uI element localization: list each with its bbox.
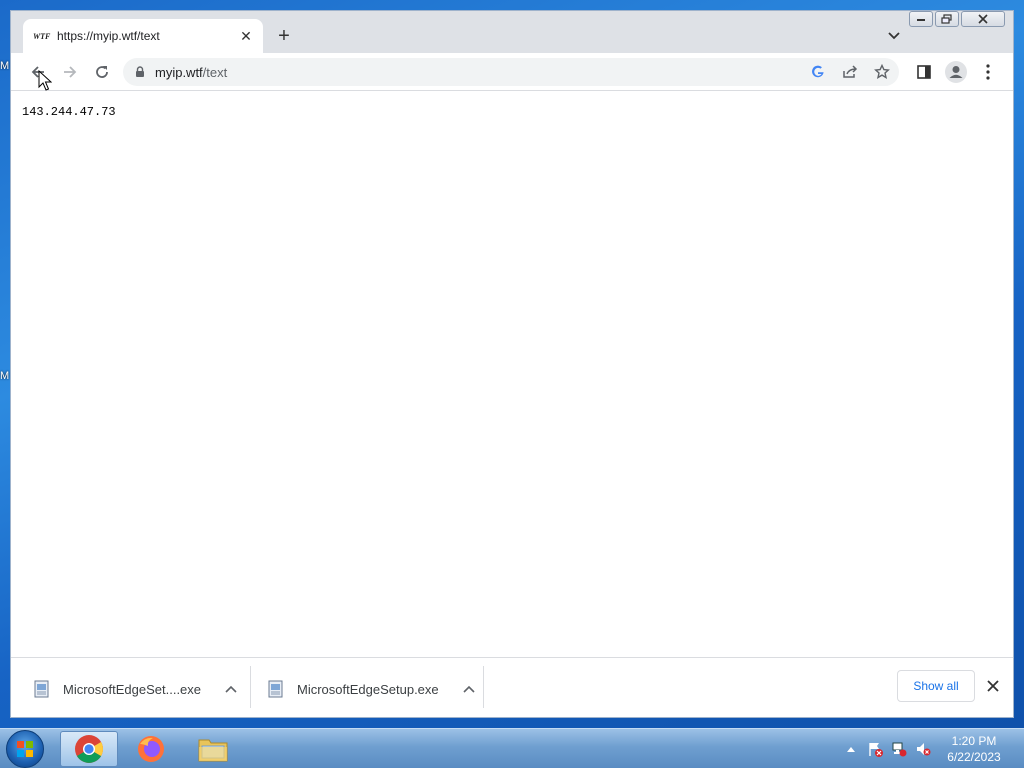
clock-time: 1:20 PM <box>951 734 997 748</box>
minimize-button[interactable] <box>909 11 933 27</box>
window-controls <box>909 11 1005 27</box>
tab-search-chevron-icon[interactable] <box>885 27 903 45</box>
profile-avatar-icon[interactable] <box>943 59 969 85</box>
installer-file-icon <box>268 680 283 698</box>
chevron-up-icon[interactable] <box>223 681 239 697</box>
desktop-icon-label: M <box>0 60 10 72</box>
show-all-downloads-button[interactable]: Show all <box>897 670 975 702</box>
browser-toolbar: myip.wtf/text <box>11 53 1013 91</box>
system-tray <box>842 729 932 768</box>
mouse-cursor-icon <box>38 70 52 91</box>
download-file-name: MicrosoftEdgeSetup.exe <box>297 681 439 697</box>
download-item[interactable]: MicrosoftEdgeSet....exe <box>33 666 239 712</box>
tab-strip: WTF https://myip.wtf/text ✕ + <box>11 11 1013 53</box>
taskbar: 1:20 PM 6/22/2023 <box>0 728 1024 768</box>
page-content: 143.244.47.73 <box>11 91 1013 657</box>
folder-icon <box>198 739 228 762</box>
tab-title: https://myip.wtf/text <box>57 29 160 43</box>
forward-button[interactable] <box>57 59 83 85</box>
side-panel-icon[interactable] <box>911 59 937 85</box>
url-host: myip.wtf <box>155 64 203 80</box>
omnibox-actions <box>807 61 893 83</box>
download-bar: MicrosoftEdgeSet....exe MicrosoftEdgeSet… <box>11 657 1013 717</box>
tab-myip[interactable]: WTF https://myip.wtf/text ✕ <box>23 19 263 53</box>
reload-button[interactable] <box>89 59 115 85</box>
windows-logo-icon <box>17 741 33 757</box>
tab-close-icon[interactable]: ✕ <box>237 27 255 45</box>
address-bar[interactable]: myip.wtf/text <box>123 58 899 86</box>
new-tab-button[interactable]: + <box>273 25 295 47</box>
system-clock[interactable]: 1:20 PM 6/22/2023 <box>936 733 1012 765</box>
download-file-name: MicrosoftEdgeSet....exe <box>63 681 202 697</box>
chevron-up-icon[interactable] <box>461 681 477 697</box>
share-icon[interactable] <box>839 61 861 83</box>
ip-address-text: 143.244.47.73 <box>22 105 116 119</box>
start-button[interactable] <box>6 730 44 768</box>
network-icon[interactable] <box>890 740 908 758</box>
show-hidden-icons-icon[interactable] <box>842 740 860 758</box>
google-lens-icon[interactable] <box>807 61 829 83</box>
bookmark-star-icon[interactable] <box>871 61 893 83</box>
desktop-icon-label: M <box>0 370 10 382</box>
close-window-button[interactable] <box>961 11 1005 27</box>
browser-window: WTF https://myip.wtf/text ✕ + myip.wtf/t… <box>10 10 1014 718</box>
lock-icon <box>136 66 144 77</box>
clock-date: 6/22/2023 <box>947 750 1001 764</box>
installer-file-icon <box>34 680 49 698</box>
action-center-flag-icon[interactable] <box>866 740 884 758</box>
taskbar-file-explorer[interactable] <box>184 731 242 767</box>
download-separator <box>483 666 484 708</box>
chrome-icon <box>75 735 103 763</box>
firefox-icon <box>138 736 164 762</box>
menu-kebab-icon[interactable] <box>975 59 1001 85</box>
close-download-bar-icon[interactable] <box>983 676 1003 696</box>
volume-muted-icon[interactable] <box>914 740 932 758</box>
download-item[interactable]: MicrosoftEdgeSetup.exe <box>267 666 477 712</box>
url-path: /text <box>202 64 228 80</box>
download-separator <box>250 666 251 708</box>
taskbar-chrome[interactable] <box>60 731 118 767</box>
restore-button[interactable] <box>935 11 959 27</box>
site-favicon: WTF <box>33 31 51 41</box>
taskbar-firefox[interactable] <box>122 731 180 767</box>
